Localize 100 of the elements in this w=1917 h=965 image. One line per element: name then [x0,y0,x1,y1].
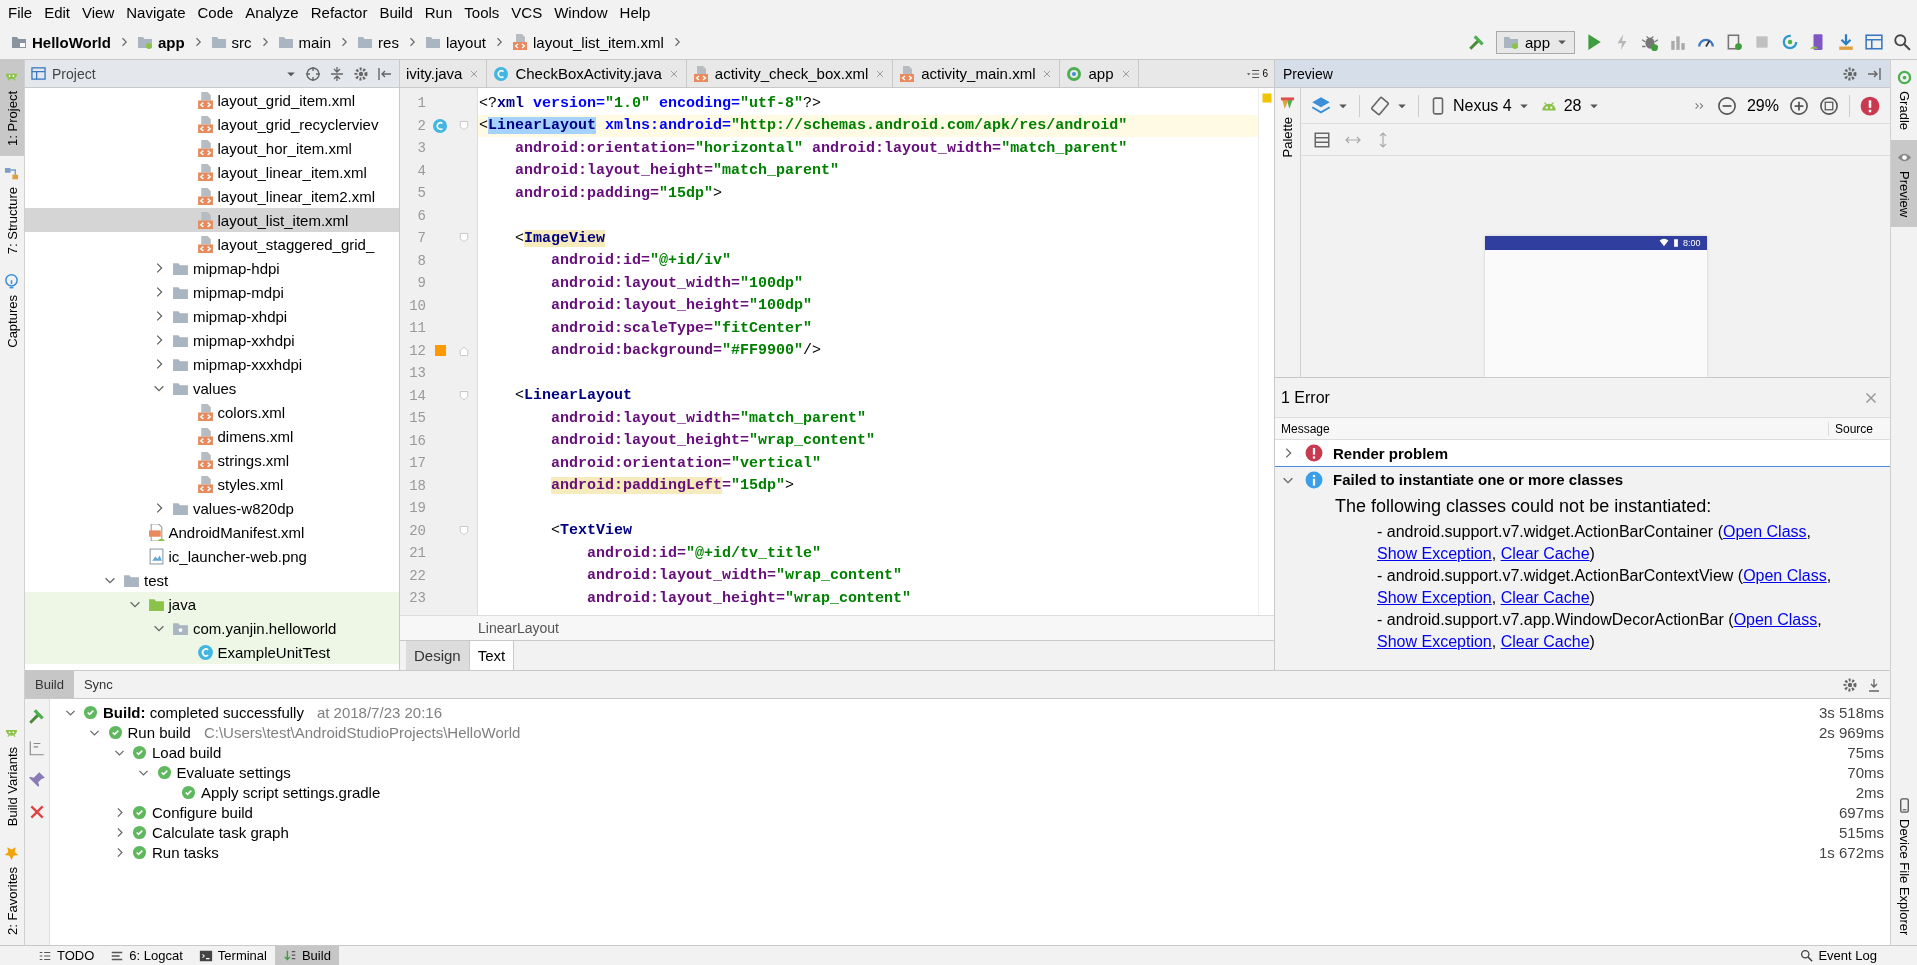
breadcrumb[interactable]: app [133,31,188,53]
menu-item[interactable]: Code [191,2,240,23]
zoom-to-fit-icon[interactable] [1819,95,1839,116]
link[interactable]: Clear Cache [1500,589,1590,606]
menu-item[interactable]: Window [548,2,614,23]
error-item[interactable]: Render problem [1275,440,1890,466]
tree-item[interactable]: layout_grid_recyclerviev [25,112,399,136]
sync-icon[interactable] [1781,33,1799,51]
run-icon[interactable] [1585,33,1603,51]
fold-marker-icon[interactable] [458,389,470,402]
editor-tab[interactable]: CheckBoxActivity.java [487,60,687,87]
editor-tab[interactable]: ivity.java [400,60,488,87]
tree-item[interactable]: ic_launcher-web.png [25,544,399,568]
project-structure-icon[interactable] [1865,33,1883,51]
tool-window-tab[interactable]: 2: Favorites [0,836,24,945]
list-layout-icon[interactable] [1313,130,1331,149]
tool-window-tab[interactable]: Terminal [190,946,275,965]
menu-item[interactable]: Help [613,2,657,23]
menu-item[interactable]: Edit [38,2,77,23]
tool-window-tab[interactable]: Captures [0,264,24,358]
error-icon[interactable] [1860,95,1880,116]
tree-item[interactable]: mipmap-hdpi [25,256,399,280]
settings-icon[interactable] [353,65,369,82]
link[interactable]: Clear Cache [1500,545,1590,562]
tree-item[interactable]: dimens.xml [25,424,399,448]
build-step[interactable]: Build: completed successfully [103,703,304,721]
close-icon[interactable] [28,803,46,821]
fold-marker-icon[interactable] [458,524,470,537]
build-step[interactable]: Configure build [152,803,253,821]
editor-tab[interactable]: activity_main.xml [893,60,1061,87]
text-filter-icon[interactable] [28,739,46,757]
orientation-dropdown[interactable] [1370,95,1408,116]
tree-item[interactable]: AndroidManifest.xml [25,520,399,544]
tree-item[interactable]: values-w820dp [25,496,399,520]
breadcrumb[interactable]: res [354,31,402,53]
tree-item[interactable]: layout_grid_item.xml [25,88,399,112]
settings-icon[interactable] [1842,65,1858,82]
link[interactable]: Open Class [1722,523,1807,540]
tree-item[interactable]: styles.xml [25,472,399,496]
menu-item[interactable]: Analyze [239,2,305,23]
hammer-icon[interactable] [1467,33,1486,51]
editor-tab[interactable]: activity_check_box.xml [686,60,894,87]
menu-item[interactable]: Tools [458,2,506,23]
tree-item[interactable]: mipmap-xxxhdpi [25,352,399,376]
tree-item[interactable]: com.yanjin.helloworld [25,616,399,640]
tool-window-tab[interactable]: Gradle [1891,60,1917,141]
fold-marker-icon[interactable] [458,232,470,245]
zoom-in-icon[interactable] [1789,95,1809,116]
design-surface-dropdown[interactable] [1311,95,1349,116]
tool-window-tab[interactable]: 7: Structure [0,155,24,265]
tree-item[interactable]: layout_list_item.xml [25,208,399,232]
menu-item[interactable]: View [76,2,121,23]
tree-item[interactable]: colors.xml [25,400,399,424]
menu-item[interactable]: Run [418,2,459,23]
fold-marker-icon[interactable] [458,119,470,132]
download-icon[interactable] [1866,676,1882,693]
device-dropdown[interactable]: Nexus 4 [1429,96,1530,115]
link[interactable]: Open Class [1733,611,1818,628]
tool-window-tab[interactable]: Device File Explorer [1891,787,1917,945]
menu-item[interactable]: Build [373,2,419,23]
tree-item[interactable]: strings.xml [25,448,399,472]
tab-list-button[interactable]: 6 [1240,60,1274,87]
settings-icon[interactable] [1842,676,1858,693]
link[interactable]: Show Exception [1377,545,1492,562]
tree-item[interactable]: layout_linear_item2.xml [25,184,399,208]
tree-item[interactable]: mipmap-xhdpi [25,304,399,328]
panel-tab[interactable]: Sync [73,671,123,698]
tree-item[interactable]: layout_staggered_grid_ [25,232,399,256]
tree-item[interactable]: test [25,568,399,592]
editor-mode-tab[interactable]: Text [469,641,515,670]
tool-window-tab[interactable]: 1: Project [0,60,24,156]
breadcrumb[interactable]: main [274,31,335,53]
tree-item[interactable]: layout_linear_item.xml [25,160,399,184]
attach-debugger-icon[interactable] [1725,33,1743,51]
event-log-button[interactable]: Event Log [1792,946,1917,965]
api-level-dropdown[interactable]: 28 [1539,96,1600,115]
panel-tab[interactable]: Build [25,671,74,698]
tool-window-tab[interactable]: Build [274,946,339,965]
tree-item[interactable]: mipmap-mdpi [25,280,399,304]
palette-tab[interactable]: Palette [1280,88,1295,166]
menu-item[interactable]: Refactor [304,2,374,23]
class-icon[interactable] [432,117,448,134]
pin-icon[interactable] [28,771,46,789]
tool-window-tab[interactable]: Preview [1891,140,1917,228]
tree-item[interactable]: mipmap-xxhdpi [25,328,399,352]
link[interactable]: Open Class [1743,567,1827,584]
build-step[interactable]: Calculate task graph [152,823,289,841]
zoom-out-icon[interactable] [1716,95,1737,116]
tree-item[interactable]: java [25,592,399,616]
hammer-icon[interactable] [28,707,46,725]
breadcrumb[interactable]: layout [421,31,489,53]
coverage-icon[interactable] [1669,33,1687,51]
run-configuration-dropdown[interactable]: app [1495,30,1575,54]
build-step[interactable]: Run tasks [152,843,219,861]
tool-window-tab[interactable]: TODO [30,946,103,965]
build-step[interactable]: Load build [152,743,222,761]
editor-tab[interactable]: app [1060,60,1139,87]
breadcrumb[interactable]: src [207,31,255,53]
tree-item[interactable]: ExampleUnitTest [25,640,399,664]
breadcrumb[interactable]: HelloWorld [8,31,114,53]
